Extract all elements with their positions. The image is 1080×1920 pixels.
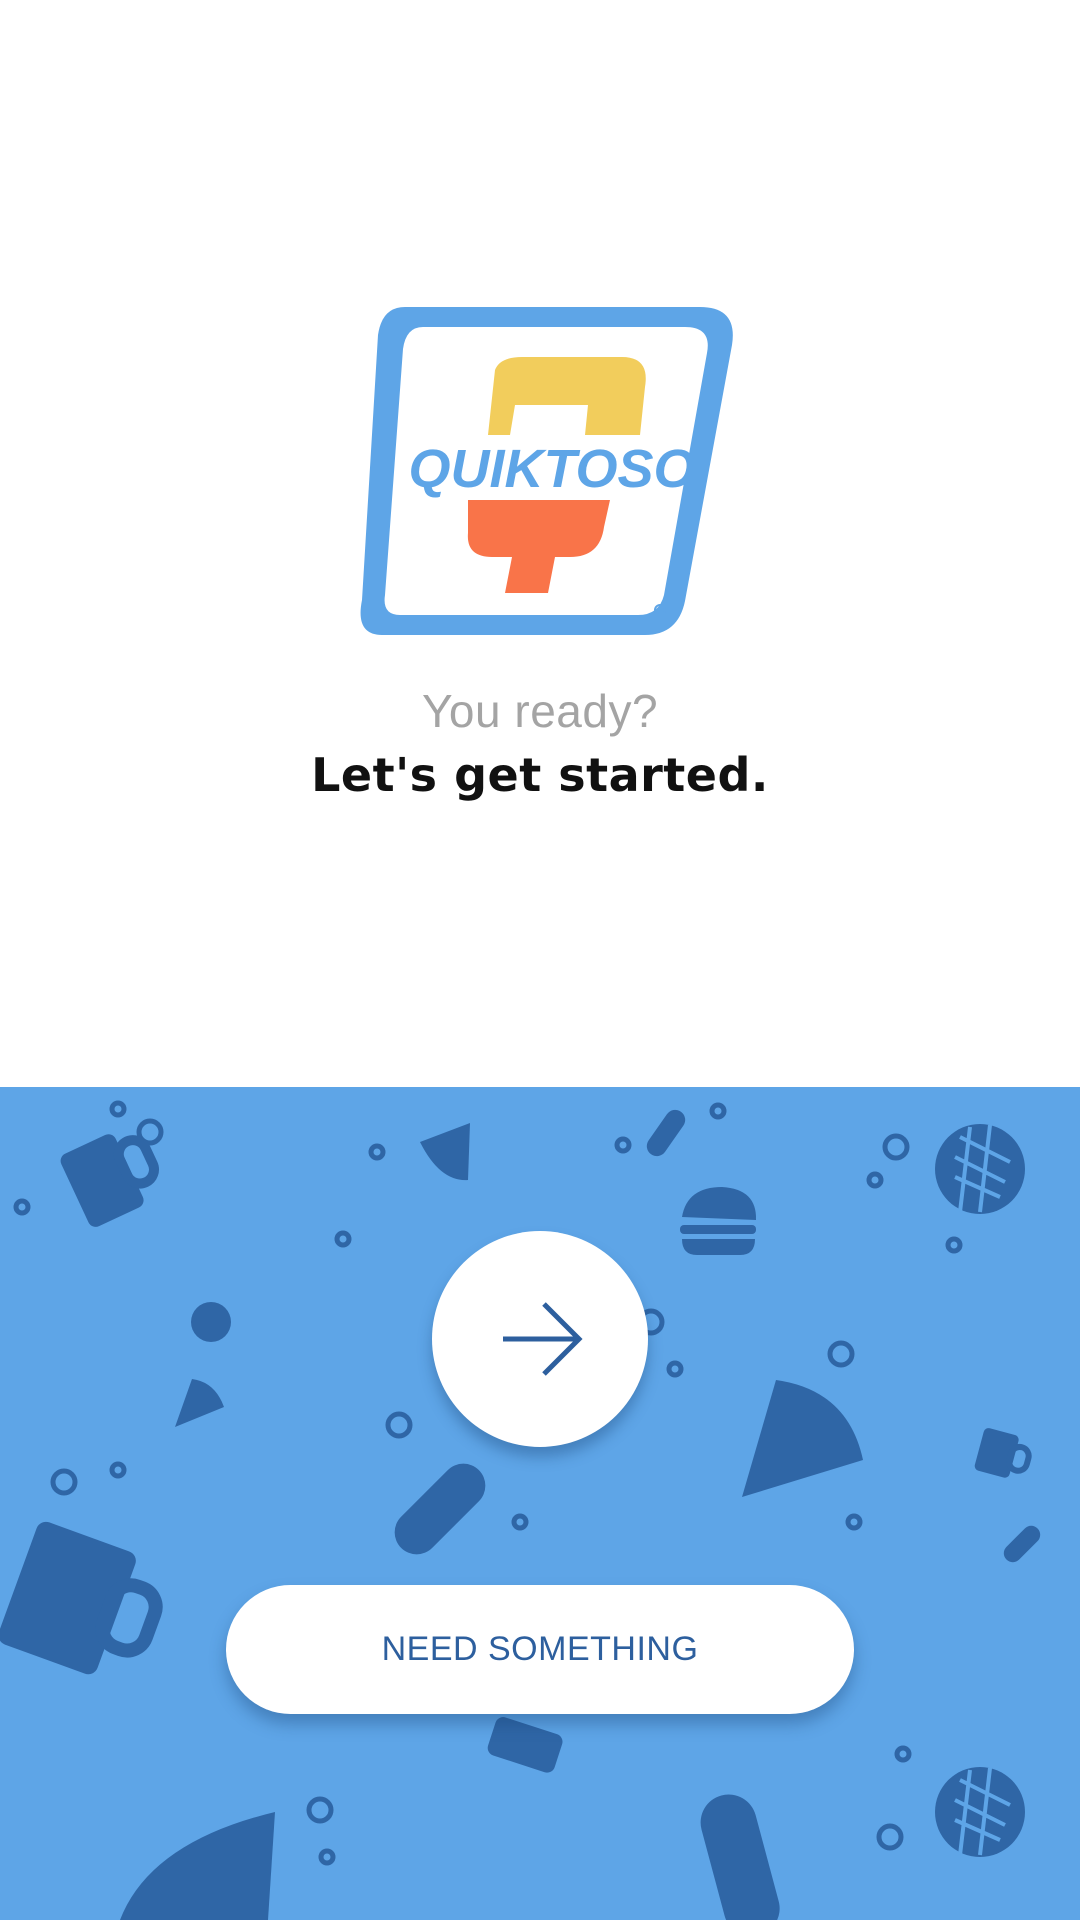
hotdog-icon — [700, 1794, 780, 1920]
burger-icon — [680, 1187, 757, 1255]
food-pattern-background — [0, 1100, 1041, 1920]
need-something-label: NEED SOMETHING — [381, 1630, 699, 1668]
beer-mug-icon — [0, 1521, 163, 1675]
beer-mug-icon — [60, 1134, 159, 1227]
hotdog-icon — [394, 1463, 486, 1555]
arrow-right-icon — [503, 1302, 583, 1376]
beer-mug-icon — [487, 1717, 563, 1773]
food-pattern-panel — [0, 1087, 1080, 1920]
hotdog-icon — [646, 1109, 686, 1157]
pizza-slice-icon — [120, 1812, 275, 1920]
pizza-slice-icon — [742, 1380, 863, 1497]
waffle-icon — [191, 1302, 231, 1342]
tagline-text: You ready? — [421, 685, 659, 737]
next-button[interactable] — [432, 1231, 648, 1447]
svg-text:QUIKTOSO: QUIKTOSO — [408, 439, 695, 499]
pizza-slice-icon — [420, 1123, 470, 1181]
headline-text: Let's get started. — [311, 748, 769, 802]
hotdog-icon — [1003, 1525, 1041, 1563]
welcome-header: QUIKTOSO You ready? Let's get started. — [0, 0, 1080, 1087]
beer-mug-icon — [974, 1428, 1032, 1478]
quiktoso-logo: QUIKTOSO — [360, 295, 745, 645]
need-something-button[interactable]: NEED SOMETHING — [226, 1585, 854, 1714]
pizza-slice-icon — [175, 1379, 224, 1427]
